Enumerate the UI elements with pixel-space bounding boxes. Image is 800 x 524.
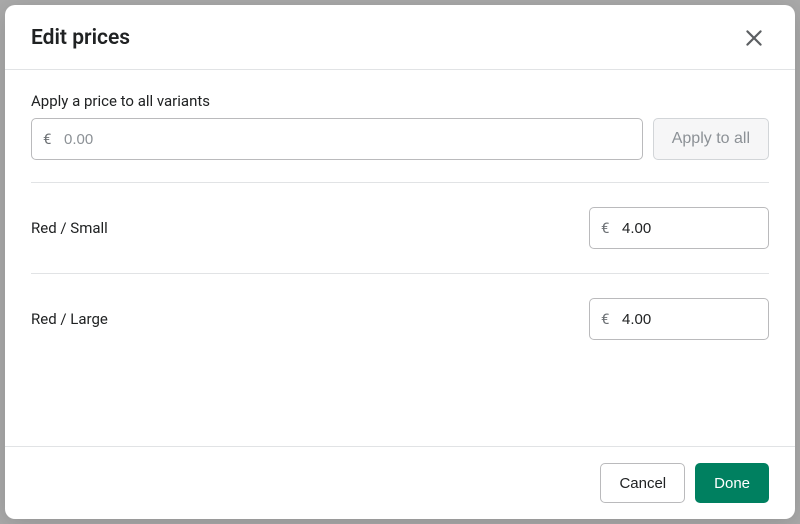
close-icon [743, 27, 765, 49]
variant-price-input-wrap: € [589, 298, 769, 340]
edit-prices-modal: Edit prices Apply a price to all variant… [5, 5, 795, 519]
variant-name: Red / Large [31, 310, 108, 328]
modal-body: Apply a price to all variants € Apply to… [5, 70, 795, 446]
variant-price-input[interactable] [589, 207, 769, 249]
apply-price-input[interactable] [31, 118, 643, 160]
variant-price-input-wrap: € [589, 207, 769, 249]
apply-price-row: € Apply to all [31, 118, 769, 160]
apply-price-input-wrap: € [31, 118, 643, 160]
variant-row: Red / Small € [31, 182, 769, 273]
cancel-button[interactable]: Cancel [600, 463, 685, 503]
modal-title: Edit prices [31, 26, 130, 50]
done-button[interactable]: Done [695, 463, 769, 503]
modal-header: Edit prices [5, 5, 795, 70]
variant-name: Red / Small [31, 219, 108, 237]
close-button[interactable] [739, 23, 769, 53]
modal-footer: Cancel Done [5, 446, 795, 519]
apply-price-label: Apply a price to all variants [31, 92, 769, 110]
variant-row: Red / Large € [31, 273, 769, 364]
variant-price-input[interactable] [589, 298, 769, 340]
apply-to-all-button[interactable]: Apply to all [653, 118, 769, 160]
